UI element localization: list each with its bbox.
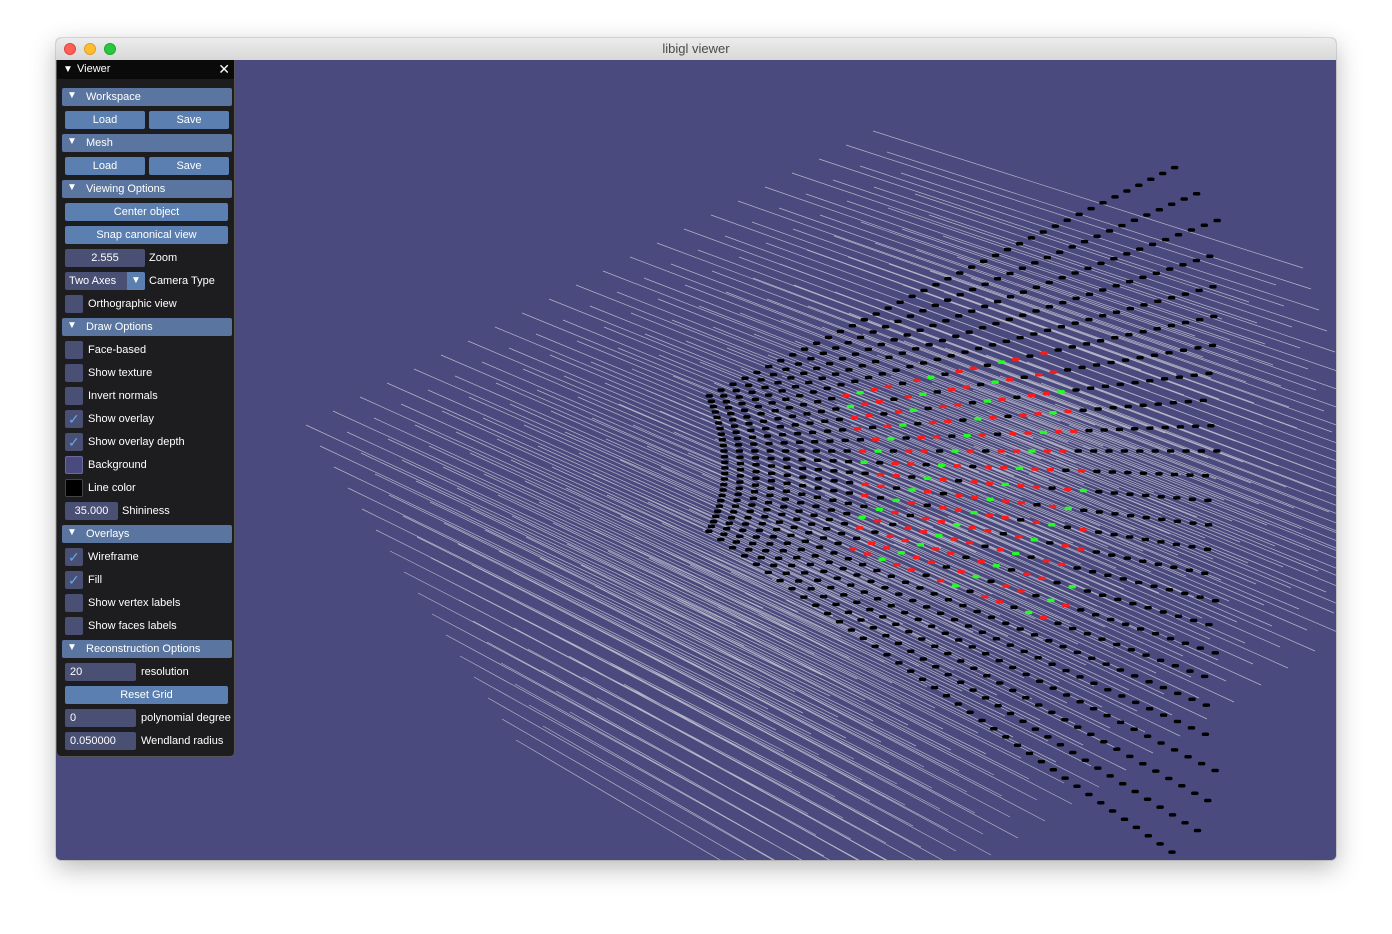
background-color-swatch[interactable] [65, 456, 83, 474]
shininess-label: Shininess [122, 505, 170, 517]
show-overlay-depth-checkbox[interactable]: ✓ [65, 433, 83, 451]
camera-type-label: Camera Type [149, 275, 215, 287]
polynomial-degree-input[interactable]: 0 [65, 709, 136, 727]
viewing-options-header-label: Viewing Options [86, 183, 166, 195]
title-bar: libigl viewer [56, 38, 1336, 61]
overlays-header[interactable]: ▼ Overlays [62, 525, 232, 543]
orthographic-view-checkbox[interactable] [65, 295, 83, 313]
wendland-radius-input[interactable]: 0.050000 [65, 732, 136, 750]
grid-line-path [305, 130, 1336, 860]
workspace-load-button[interactable]: Load [65, 111, 145, 129]
draw-options-header[interactable]: ▼ Draw Options [62, 318, 232, 336]
face-based-checkbox[interactable] [65, 341, 83, 359]
line-color-label: Line color [88, 482, 136, 494]
chevron-down-icon[interactable]: ▼ [127, 272, 145, 290]
background-label: Background [88, 459, 147, 471]
viewer-menu-panel: ▼ Viewer ✕ ▼ Workspace Load Save ▼ Mesh … [56, 60, 235, 757]
reset-grid-button[interactable]: Reset Grid [65, 686, 228, 704]
show-faces-labels-checkbox[interactable] [65, 617, 83, 635]
collapse-triangle-icon: ▼ [67, 527, 77, 538]
show-faces-labels-label: Show faces labels [88, 620, 177, 632]
window-title: libigl viewer [662, 41, 730, 56]
line-color-swatch[interactable] [65, 479, 83, 497]
show-overlay-checkbox[interactable]: ✓ [65, 410, 83, 428]
wireframe-checkbox[interactable]: ✓ [65, 548, 83, 566]
show-texture-label: Show texture [88, 367, 153, 379]
resolution-input[interactable]: 20 [65, 663, 136, 681]
polynomial-degree-label: polynomial degree [141, 712, 231, 724]
wireframe-label: Wireframe [88, 551, 139, 563]
mesh-save-button[interactable]: Save [149, 157, 229, 175]
camera-type-value: Two Axes [69, 275, 117, 287]
collapse-triangle-icon[interactable]: ▼ [63, 64, 73, 75]
workspace-header[interactable]: ▼ Workspace [62, 88, 232, 106]
show-texture-checkbox[interactable] [65, 364, 83, 382]
face-based-label: Face-based [88, 344, 147, 356]
checkmark-icon: ✓ [68, 434, 80, 450]
collapse-triangle-icon: ▼ [67, 320, 77, 331]
fill-label: Fill [88, 574, 103, 586]
resolution-label: resolution [141, 666, 189, 678]
checkmark-icon: ✓ [68, 411, 80, 427]
snap-canonical-view-button[interactable]: Snap canonical view [65, 226, 228, 244]
collapse-triangle-icon: ▼ [67, 90, 77, 101]
show-vertex-labels-label: Show vertex labels [88, 597, 181, 609]
grid-scene [305, 130, 1336, 860]
grid-points [705, 165, 1221, 854]
workspace-header-label: Workspace [86, 91, 141, 103]
collapse-triangle-icon: ▼ [67, 136, 77, 147]
3d-viewport[interactable] [56, 60, 1336, 860]
invert-normals-label: Invert normals [88, 390, 158, 402]
camera-type-select[interactable]: Two Axes ▼ [65, 272, 145, 290]
viewer-window: libigl viewer ▼ Viewer ✕ ▼ Workspace Loa… [56, 38, 1336, 860]
reconstruction-options-header[interactable]: ▼ Reconstruction Options [62, 640, 232, 658]
zoom-label: Zoom [149, 252, 178, 264]
invert-normals-checkbox[interactable] [65, 387, 83, 405]
close-icon[interactable]: ✕ [218, 61, 230, 78]
workspace-save-button[interactable]: Save [149, 111, 229, 129]
mesh-header[interactable]: ▼ Mesh [62, 134, 232, 152]
reconstruction-options-header-label: Reconstruction Options [86, 643, 201, 655]
mesh-load-button[interactable]: Load [65, 157, 145, 175]
checkmark-icon: ✓ [68, 572, 80, 588]
draw-options-header-label: Draw Options [86, 321, 153, 333]
center-object-button[interactable]: Center object [65, 203, 228, 221]
panel-title-bar[interactable]: ▼ Viewer ✕ [57, 60, 234, 79]
wendland-radius-label: Wendland radius [141, 735, 224, 747]
show-overlay-label: Show overlay [88, 413, 155, 425]
panel-title: Viewer [77, 63, 111, 75]
orthographic-view-label: Orthographic view [88, 298, 177, 310]
fill-checkbox[interactable]: ✓ [65, 571, 83, 589]
overlays-header-label: Overlays [86, 528, 130, 540]
grid-lines [305, 130, 1336, 860]
collapse-triangle-icon: ▼ [67, 642, 77, 653]
outside-points [705, 165, 1221, 854]
collapse-triangle-icon: ▼ [67, 182, 77, 193]
zoom-input[interactable]: 2.555 [65, 249, 145, 267]
shininess-input[interactable]: 35.000 [65, 502, 118, 520]
mesh-header-label: Mesh [86, 137, 113, 149]
show-overlay-depth-label: Show overlay depth [88, 436, 185, 448]
viewing-options-header[interactable]: ▼ Viewing Options [62, 180, 232, 198]
show-vertex-labels-checkbox[interactable] [65, 594, 83, 612]
checkmark-icon: ✓ [68, 549, 80, 565]
